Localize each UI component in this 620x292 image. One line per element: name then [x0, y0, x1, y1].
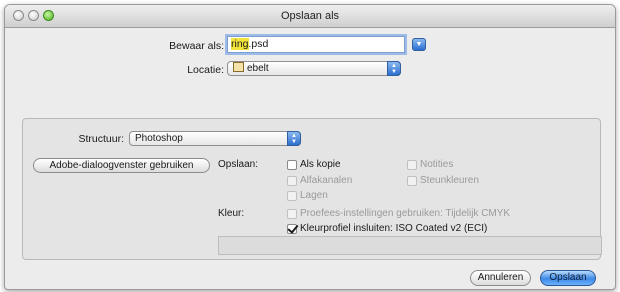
popup-arrows-icon: ▲ ▼ [287, 131, 301, 146]
checkmark-icon[interactable] [287, 223, 297, 234]
location-value: ebelt [247, 63, 269, 74]
embed-profile-label: Kleurprofiel insluiten: ISO Coated v2 (E… [300, 223, 488, 234]
alpha-channels-checkbox: Alfakanalen [287, 175, 352, 186]
format-popup[interactable]: Photoshop ▲ ▼ [129, 131, 301, 146]
notes-label: Notities [420, 159, 454, 170]
popup-arrows-icon: ▲ ▼ [387, 61, 401, 76]
save-button[interactable]: Opslaan [540, 270, 596, 286]
spot-colors-label: Steunkleuren [420, 175, 479, 186]
alpha-channels-label: Alfakanalen [300, 175, 353, 186]
filename-input[interactable]: ring.psd [227, 36, 405, 53]
proof-setup-label: Proefees-instellingen gebruiken: Tijdeli… [300, 208, 511, 219]
checkbox-box [407, 175, 417, 186]
location-popup[interactable]: ebelt ▲ ▼ [227, 61, 401, 76]
filename-selected-text: ring [231, 38, 249, 50]
as-copy-checkbox[interactable]: Als kopie [287, 159, 341, 170]
filename-extension: .psd [248, 38, 269, 50]
spot-colors-checkbox: Steunkleuren [407, 175, 479, 186]
checkbox-box [407, 159, 417, 170]
layers-checkbox: Lagen [287, 190, 328, 201]
format-value: Photoshop [135, 133, 183, 144]
format-label: Structuur: [78, 133, 124, 145]
adobe-dialog-button[interactable]: Adobe-dialoogvenster gebruiken [33, 158, 210, 173]
embed-profile-checkbox[interactable]: Kleurprofiel insluiten: ISO Coated v2 (E… [287, 223, 487, 234]
checkbox-box [287, 208, 297, 219]
checkbox-box[interactable] [287, 159, 297, 170]
checkbox-box [287, 175, 297, 186]
expand-dialog-button[interactable]: ▼ [412, 38, 426, 51]
window-title: Opslaan als [280, 10, 340, 22]
save-as-label: Bewaar als: [169, 40, 224, 52]
title-bar[interactable]: Opslaan als [5, 5, 615, 28]
layers-label: Lagen [300, 190, 328, 201]
home-folder-icon [233, 62, 244, 72]
chevron-down-icon: ▼ [415, 41, 423, 48]
color-label: Kleur: [218, 208, 245, 219]
warning-area [218, 236, 602, 255]
notes-checkbox: Notities [407, 159, 453, 170]
as-copy-label: Als kopie [300, 159, 341, 170]
save-options-label: Opslaan: [218, 159, 259, 170]
cancel-button[interactable]: Annuleren [470, 270, 531, 286]
checkbox-box [287, 190, 297, 201]
proof-setup-checkbox: Proefees-instellingen gebruiken: Tijdeli… [287, 208, 510, 219]
location-label: Locatie: [187, 64, 224, 76]
